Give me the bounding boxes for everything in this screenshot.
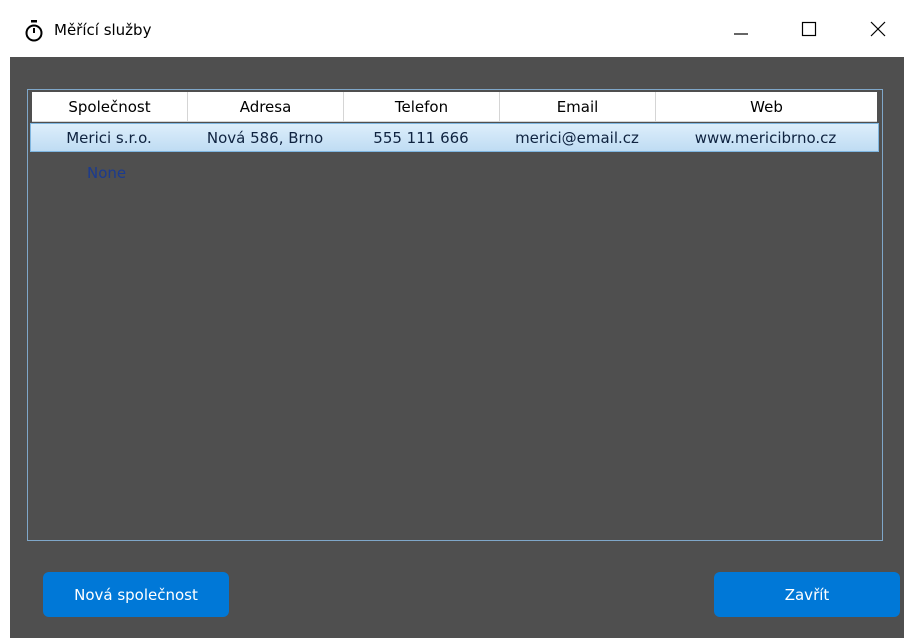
cell-web: www.mericibrno.cz — [694, 128, 837, 147]
column-header-address[interactable]: Adresa — [188, 92, 344, 121]
companies-grid[interactable]: Společnost Adresa Telefon Email Web Meri… — [27, 89, 883, 541]
column-header-phone[interactable]: Telefon — [344, 92, 500, 121]
cell-phone: 555 111 666 — [373, 128, 469, 147]
window: Měřící služby Společnost Adresa Telefon — [0, 0, 904, 638]
cell-company: Merici s.r.o. — [66, 128, 152, 147]
stopwatch-icon — [25, 20, 43, 42]
column-header-email[interactable]: Email — [500, 92, 656, 121]
table-row[interactable]: Merici s.r.o. Nová 586, Brno 555 111 666… — [30, 123, 879, 152]
new-company-button[interactable]: Nová společnost — [43, 572, 229, 617]
cell-email: merici@email.cz — [515, 128, 639, 147]
column-header-web[interactable]: Web — [656, 92, 877, 121]
close-button[interactable]: Zavřít — [714, 572, 900, 617]
minimize-icon — [734, 32, 748, 35]
close-window-button[interactable] — [855, 0, 901, 57]
maximize-button[interactable] — [786, 0, 832, 57]
cell-address: Nová 586, Brno — [206, 128, 324, 147]
maximize-icon — [801, 21, 817, 36]
window-title: Měřící služby — [54, 21, 152, 39]
title-bar[interactable]: Měřící služby — [0, 0, 904, 57]
empty-row-text[interactable]: None — [87, 164, 126, 182]
grid-header: Společnost Adresa Telefon Email Web — [32, 92, 877, 122]
content-area: Společnost Adresa Telefon Email Web Meri… — [10, 57, 904, 638]
minimize-button[interactable] — [718, 0, 764, 57]
close-icon — [870, 21, 886, 36]
column-header-company[interactable]: Společnost — [32, 92, 188, 121]
